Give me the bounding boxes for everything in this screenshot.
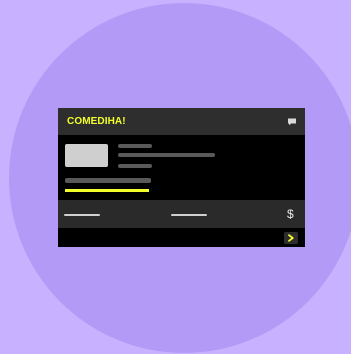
next-button[interactable] bbox=[284, 232, 298, 244]
footer-bar bbox=[58, 228, 305, 247]
text-line-medium bbox=[65, 178, 151, 183]
progress-fill bbox=[65, 189, 149, 192]
toolbar-item-placeholder[interactable] bbox=[171, 214, 207, 216]
header-bar: COMEDIHA! bbox=[58, 108, 305, 135]
app-window: COMEDIHA! $ bbox=[58, 108, 305, 247]
text-line-long bbox=[118, 153, 215, 157]
thumbnail-placeholder bbox=[65, 144, 108, 167]
text-line-short bbox=[118, 144, 152, 148]
chevron-right-icon bbox=[288, 234, 294, 242]
content-area bbox=[58, 135, 305, 200]
text-line-short bbox=[118, 164, 152, 168]
brand-logo: COMEDIHA! bbox=[67, 116, 126, 127]
progress-bar bbox=[65, 189, 171, 192]
chat-icon[interactable] bbox=[286, 116, 298, 128]
currency-icon[interactable]: $ bbox=[287, 207, 294, 221]
toolbar: $ bbox=[58, 200, 305, 228]
toolbar-item-placeholder[interactable] bbox=[64, 214, 100, 216]
